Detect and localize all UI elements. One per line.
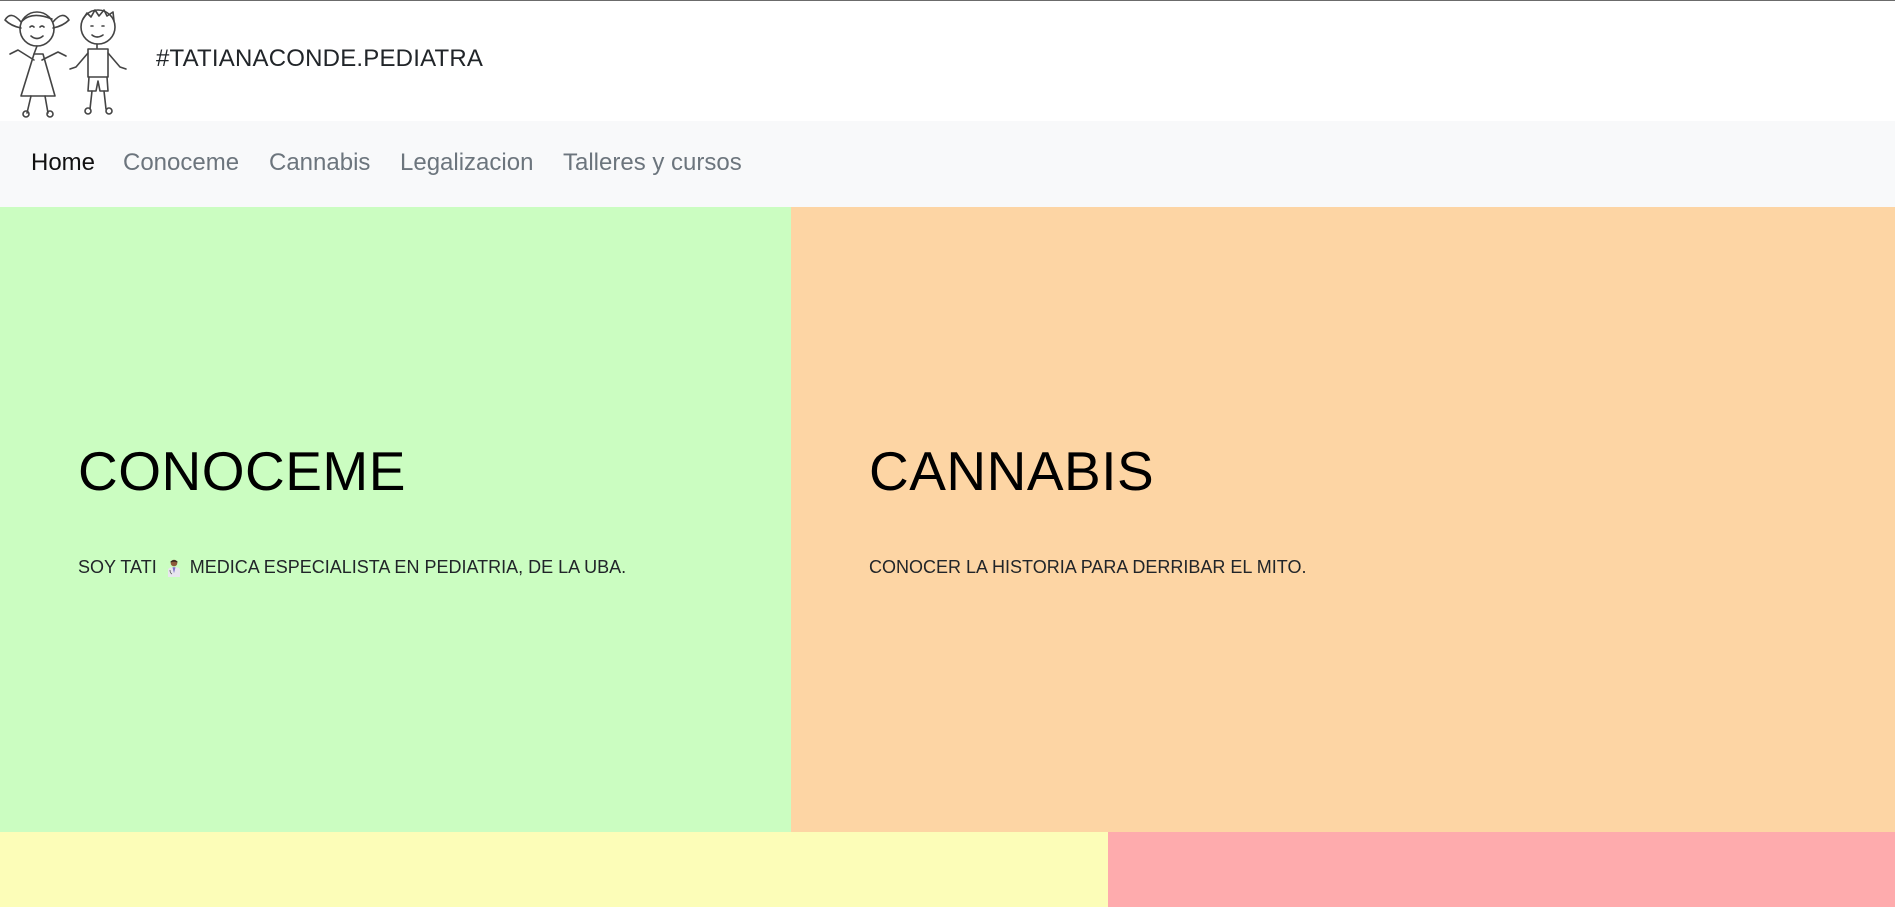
main-nav: Home Conoceme Cannabis Legalizacion Tall… <box>0 121 1895 207</box>
conoceme-title: CONOCEME <box>78 440 406 502</box>
bottom-left-section[interactable] <box>0 832 1108 907</box>
conoceme-text: SOY TATI MEDICA ESPECIALISTA EN PEDIATRI… <box>78 557 626 578</box>
cannabis-section[interactable]: CANNABIS CONOCER LA HISTORIA PARA DERRIB… <box>791 207 1895 832</box>
conoceme-text-after: MEDICA ESPECIALISTA EN PEDIATRIA, DE LA … <box>189 557 627 577</box>
nav-conoceme[interactable]: Conoceme <box>123 149 239 177</box>
nav-home[interactable]: Home <box>31 149 95 177</box>
cannabis-title: CANNABIS <box>869 440 1155 502</box>
site-header: #TATIANACONDE.PEDIATRA <box>0 0 1895 121</box>
cannabis-text: CONOCER LA HISTORIA PARA DERRIBAR EL MIT… <box>869 557 1307 577</box>
conoceme-section[interactable]: CONOCEME SOY TATI MEDICA ESPECIALISTA EN… <box>0 207 791 832</box>
nav-talleres-y-cursos[interactable]: Talleres y cursos <box>563 149 742 177</box>
nav-cannabis[interactable]: Cannabis <box>269 149 370 177</box>
site-brand[interactable]: #TATIANACONDE.PEDIATRA <box>156 45 483 73</box>
nav-legalizacion[interactable]: Legalizacion <box>400 149 533 177</box>
conoceme-text-before: SOY TATI <box>78 557 157 577</box>
bottom-right-section[interactable] <box>1108 832 1895 907</box>
doctor-emoji-icon <box>167 559 180 577</box>
kids-drawing-icon[interactable] <box>0 3 130 119</box>
